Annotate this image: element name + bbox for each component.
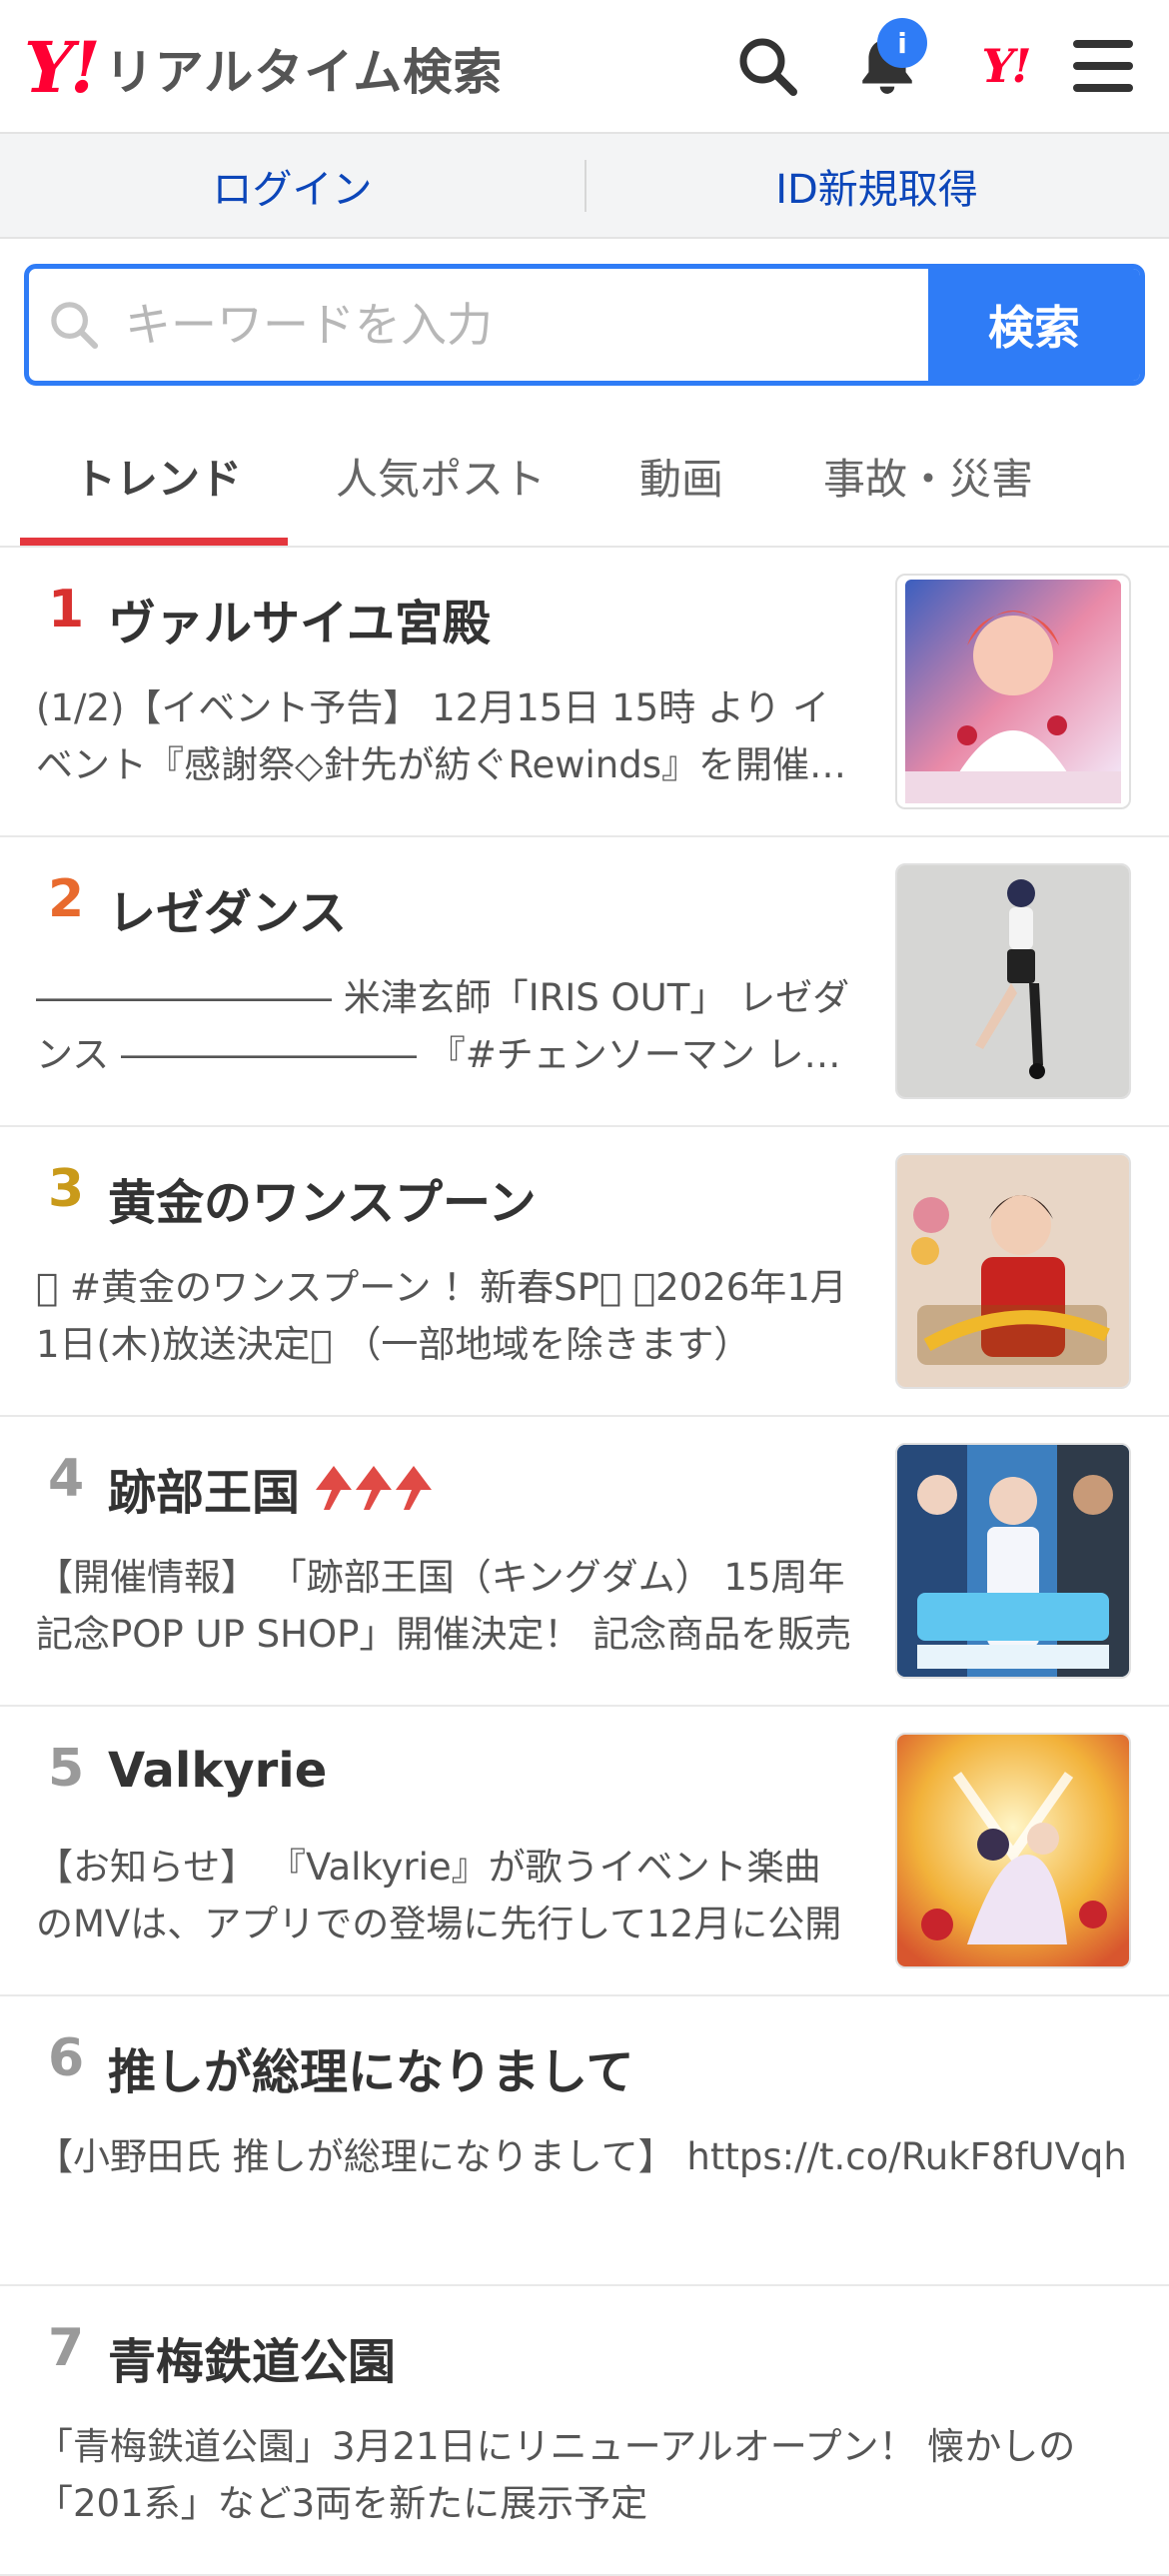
tab-accident-disaster[interactable]: 事故・災害	[823, 446, 1033, 507]
trend-rank: 4	[48, 1449, 85, 1509]
trend-rank: 2	[48, 869, 85, 929]
login-bar: ログイン ID新規取得	[0, 134, 1169, 239]
rising-indicator	[314, 1464, 434, 1512]
trend-thumbnail[interactable]	[895, 574, 1131, 809]
tab-trend[interactable]: トレンド	[74, 446, 242, 507]
trend-title: Valkyrie	[108, 1743, 328, 1799]
yahoo-japan-link[interactable]: Y!	[965, 26, 1045, 106]
trend-title: 推しが総理になりまして	[108, 2044, 634, 2100]
trend-description: ―――――――― 米津玄師「IRIS OUT」 レゼダンス ―――――――― 『…	[36, 976, 850, 1076]
app-header: Y! リアルタイム検索 i Y!	[0, 0, 1169, 134]
search-field-icon	[29, 269, 119, 381]
search-icon[interactable]	[727, 26, 807, 106]
notification-button[interactable]: i	[847, 18, 927, 106]
trend-title: 青梅鉄道公園	[108, 2334, 397, 2390]
trend-description: 「青梅鉄道公園」3月21日にリニューアルオープン！ 懐かしの「201系」など3両…	[36, 2425, 1076, 2525]
trend-thumbnail[interactable]	[895, 1443, 1131, 1679]
trend-description: 󾭠 #黄金のワンスプーン ！新春SP󾭠 󾭠2026年1月1日(木)放送決定󾭠 （…	[36, 1266, 847, 1366]
active-tab-indicator	[20, 538, 288, 546]
trend-item-3[interactable]: 3 黄金のワンスプーン 󾭠 #黄金のワンスプーン ！新春SP󾭠 󾭠2026年1月…	[0, 1127, 1169, 1417]
trend-rank: 3	[48, 1159, 85, 1219]
trend-title: 黄金のワンスプーン	[108, 1175, 537, 1231]
menu-icon[interactable]	[1063, 26, 1143, 106]
register-id-link[interactable]: ID新規取得	[584, 157, 1169, 215]
search-input[interactable]	[119, 269, 928, 381]
trend-title: ヴァルサイユ宮殿	[108, 596, 492, 651]
trend-rank: 5	[48, 1739, 85, 1799]
tab-popular-posts[interactable]: 人気ポスト	[336, 446, 546, 507]
trend-thumbnail[interactable]	[895, 1153, 1131, 1389]
trend-thumbnail[interactable]	[895, 1733, 1131, 1968]
trend-list: 1 ヴァルサイユ宮殿 (1/2)【イベント予告】 12月15日 15時 より イ…	[0, 548, 1169, 2576]
trend-item-4[interactable]: 4 跡部王国 【開催情報】 「跡部王国（キングダム） 15周年記念POP UP …	[0, 1417, 1169, 1707]
logo-text: リアルタイム検索	[104, 43, 504, 101]
trend-description: 【お知らせ】 『Valkyrie』が歌うイベント楽曲のMVは、アプリでの登場に先…	[36, 1846, 842, 1945]
tab-video[interactable]: 動画	[639, 446, 723, 507]
trend-rank: 7	[48, 2318, 85, 2378]
trend-rank: 1	[48, 580, 85, 640]
trend-item-1[interactable]: 1 ヴァルサイユ宮殿 (1/2)【イベント予告】 12月15日 15時 より イ…	[0, 548, 1169, 837]
trend-rank: 6	[48, 2028, 85, 2088]
trend-item-7[interactable]: 7 青梅鉄道公園 「青梅鉄道公園」3月21日にリニューアルオープン！ 懐かしの「…	[0, 2286, 1169, 2576]
logo-mark: Y!	[24, 26, 101, 109]
category-tabs: トレンド 人気ポスト 動画 事故・災害	[0, 410, 1169, 548]
login-link[interactable]: ログイン	[0, 157, 584, 215]
trend-title: 跡部王国	[108, 1453, 434, 1523]
search-form: 検索	[24, 264, 1145, 386]
trend-description: (1/2)【イベント予告】 12月15日 15時 より イベント『感謝祭◇針先が…	[36, 686, 847, 786]
trend-item-5[interactable]: 5 Valkyrie 【お知らせ】 『Valkyrie』が歌うイベント楽曲のMV…	[0, 1707, 1169, 1996]
notification-badge: i	[877, 18, 927, 68]
up-arrow-icon	[356, 1466, 393, 1510]
trend-thumbnail[interactable]	[895, 863, 1131, 1099]
yahoo-realtime-search-logo[interactable]: Y! リアルタイム検索	[24, 28, 503, 108]
trend-description: 【小野田氏 推しが総理になりまして】 https://t.co/RukF8fUV…	[36, 2135, 1127, 2178]
up-arrow-icon	[396, 1466, 433, 1510]
trend-item-2[interactable]: 2 レゼダンス ―――――――― 米津玄師「IRIS OUT」 レゼダンス ――…	[0, 837, 1169, 1127]
trend-item-6[interactable]: 6 推しが総理になりまして 【小野田氏 推しが総理になりまして】 https:/…	[0, 1996, 1169, 2286]
search-button[interactable]: 検索	[928, 269, 1140, 381]
trend-title: レゼダンス	[108, 885, 348, 941]
up-arrow-icon	[316, 1466, 353, 1510]
yahoo-japan-logo: Y!	[981, 39, 1031, 93]
divider	[584, 160, 586, 212]
trend-description: 【開催情報】 「跡部王国（キングダム） 15周年記念POP UP SHOP」開催…	[36, 1556, 852, 1656]
